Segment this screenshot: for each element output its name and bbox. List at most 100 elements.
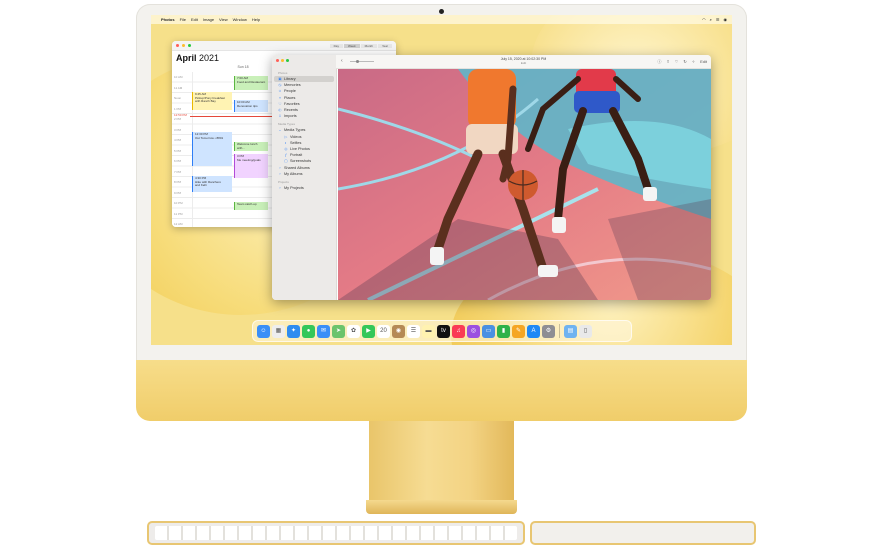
finder-icon[interactable]: ☺ bbox=[257, 324, 270, 338]
mail-icon[interactable]: ✉ bbox=[317, 324, 330, 338]
sidebar-section-projects: Projects bbox=[278, 179, 289, 184]
calendar-event[interactable]: 4:30 PM Hike with Ranchero and Kelli bbox=[192, 176, 232, 192]
imac-stand-foot bbox=[366, 500, 517, 514]
magic-trackpad bbox=[530, 521, 756, 545]
chevron-right-icon[interactable]: › bbox=[278, 172, 282, 176]
close-button[interactable] bbox=[176, 44, 179, 47]
photos-icon[interactable]: ✿ bbox=[347, 324, 360, 338]
calendar-event[interactable]: 9:45 AM Pickup/Pony breakfast with Ranch… bbox=[192, 92, 232, 110]
photo-viewer[interactable] bbox=[338, 69, 711, 300]
keynote-icon[interactable]: ▭ bbox=[482, 324, 495, 338]
dock: ☺ ▦ ✦ ● ✉ ➤ ✿ ▶ 20 ◉ ☰ ▬ tv ♫ ◎ ▭ ▮ ✎ A ⚙ ▤ ▯ bbox=[252, 320, 632, 342]
minimize-button[interactable] bbox=[281, 59, 284, 62]
edit-button[interactable]: Edit bbox=[700, 59, 707, 65]
chevron-right-icon[interactable]: › bbox=[278, 166, 282, 170]
info-icon[interactable]: ⓘ bbox=[657, 59, 661, 65]
downloads-folder-icon[interactable]: ▤ bbox=[564, 324, 577, 338]
pages-icon[interactable]: ✎ bbox=[512, 324, 525, 338]
calendar-event[interactable]: 10:00 AM Renovation tips bbox=[234, 100, 268, 112]
view-week[interactable]: Week bbox=[343, 43, 360, 48]
hour-labels: 10 AM 11 AM Noon 1 PM 2 PM 3 PM 4 PM 5 PM 6 PM 7 … bbox=[174, 72, 183, 227]
minimize-button[interactable] bbox=[182, 44, 185, 47]
hour-label: 11 PM bbox=[174, 211, 183, 216]
hour-label: 4 PM bbox=[174, 138, 182, 142]
hour-label: 10 AM bbox=[174, 75, 183, 79]
podcasts-icon[interactable]: ◎ bbox=[467, 324, 480, 338]
notes-icon[interactable]: ▬ bbox=[422, 324, 435, 338]
imac-stand bbox=[369, 421, 514, 506]
menu-view[interactable]: View bbox=[219, 17, 228, 22]
app-store-icon[interactable]: A bbox=[527, 324, 540, 338]
trash-icon[interactable]: ▯ bbox=[579, 324, 592, 338]
dock-separator bbox=[559, 324, 560, 338]
rotate-icon[interactable]: ↻ bbox=[683, 59, 686, 65]
edit-label[interactable]: Edit bbox=[336, 61, 711, 65]
calendar-event[interactable]: 12:30 PM Out Tomorrow • 8801 bbox=[192, 132, 232, 166]
system-preferences-icon[interactable]: ⚙ bbox=[542, 324, 555, 338]
places-icon: ⌖ bbox=[278, 95, 282, 100]
calendar-event[interactable]: Welcome lunch with... bbox=[234, 142, 268, 151]
people-icon: ☺ bbox=[278, 89, 282, 94]
zoom-button[interactable] bbox=[286, 59, 289, 62]
heart-icon: ♡ bbox=[278, 101, 282, 106]
menu-window[interactable]: Window bbox=[233, 17, 247, 22]
control-center-icon[interactable]: ☰ bbox=[716, 17, 720, 22]
portrait-icon: ƒ bbox=[285, 153, 287, 158]
reminders-icon[interactable]: ☰ bbox=[407, 324, 420, 338]
search-icon[interactable]: ⌕ bbox=[710, 17, 712, 22]
menu-image[interactable]: Image bbox=[203, 17, 214, 22]
maps-icon[interactable]: ➤ bbox=[332, 324, 345, 338]
contacts-icon[interactable]: ◉ bbox=[392, 324, 405, 338]
hour-label: 11 AM bbox=[174, 85, 183, 90]
view-year[interactable]: Year bbox=[377, 43, 392, 48]
wifi-icon[interactable]: ◠ bbox=[702, 17, 706, 22]
messages-icon[interactable]: ● bbox=[302, 324, 315, 338]
apple-tv-icon[interactable]: tv bbox=[437, 324, 450, 338]
photo-title: July 15, 2020 at 10:02:30 PM Edit bbox=[336, 57, 711, 65]
close-button[interactable] bbox=[276, 59, 279, 62]
camera bbox=[439, 9, 444, 14]
sidebar-section-media: Media Types bbox=[278, 122, 295, 127]
view-segmented-control: Day Week Month Year bbox=[329, 43, 392, 48]
basketball-photo bbox=[338, 69, 711, 300]
launchpad-icon[interactable]: ▦ bbox=[272, 324, 285, 338]
hour-label: 12 AM bbox=[174, 222, 183, 226]
memories-icon: ◷ bbox=[278, 83, 282, 88]
menu-app-name[interactable]: Photos bbox=[161, 17, 175, 22]
music-icon[interactable]: ♫ bbox=[452, 324, 465, 338]
menu-edit[interactable]: Edit bbox=[191, 17, 198, 22]
clock-icon: ◴ bbox=[278, 108, 282, 113]
chevron-right-icon[interactable]: › bbox=[278, 186, 282, 190]
numbers-icon[interactable]: ▮ bbox=[497, 324, 510, 338]
screen: Photos File Edit Image View Window Help … bbox=[151, 15, 732, 345]
library-icon: ▣ bbox=[278, 77, 282, 82]
facetime-icon[interactable]: ▶ bbox=[362, 324, 375, 338]
chevron-down-icon[interactable]: ⌄ bbox=[278, 128, 282, 132]
calendar-icon[interactable]: 20 bbox=[377, 324, 390, 338]
menu-help[interactable]: Help bbox=[252, 17, 260, 22]
sidebar-item-my-projects[interactable]: › My Projects bbox=[272, 185, 336, 191]
zoom-button[interactable] bbox=[188, 44, 191, 47]
calendar-year: 2021 bbox=[199, 53, 220, 63]
hour-label: 10 PM bbox=[174, 201, 183, 205]
safari-icon[interactable]: ✦ bbox=[287, 324, 300, 338]
menu-file[interactable]: File bbox=[180, 17, 186, 22]
view-day[interactable]: Day bbox=[329, 43, 343, 48]
heart-icon[interactable]: ♡ bbox=[675, 59, 679, 65]
import-icon: ⇩ bbox=[278, 114, 282, 119]
calendar-month: April bbox=[176, 53, 197, 63]
calendar-event[interactable]: 7:00 AM Food and Restaurant bbox=[234, 76, 268, 90]
imac-chin bbox=[136, 360, 747, 421]
hour-label: 8 PM bbox=[174, 180, 182, 184]
share-icon[interactable]: ⇪ bbox=[666, 59, 669, 65]
enhance-icon[interactable]: ✧ bbox=[692, 59, 695, 65]
photos-window[interactable]: Photos ▣ Library ◷ Memories ☺ People ⌖ Place… bbox=[272, 55, 711, 300]
calendar-event[interactable]: Team catch-up bbox=[234, 202, 268, 210]
hour-label: 3 PM bbox=[174, 127, 182, 132]
siri-icon[interactable]: ◉ bbox=[724, 17, 728, 22]
calendar-event[interactable]: 3 PM Me meeting/goals bbox=[234, 154, 268, 178]
hour-label: 5 PM bbox=[174, 148, 182, 153]
hour-label: 7 PM bbox=[174, 169, 182, 174]
view-month[interactable]: Month bbox=[360, 43, 377, 48]
photos-toolbar: ‹ July 15, 2020 at 10:02:30 PM Edit ⓘ ⇪ … bbox=[336, 55, 711, 69]
